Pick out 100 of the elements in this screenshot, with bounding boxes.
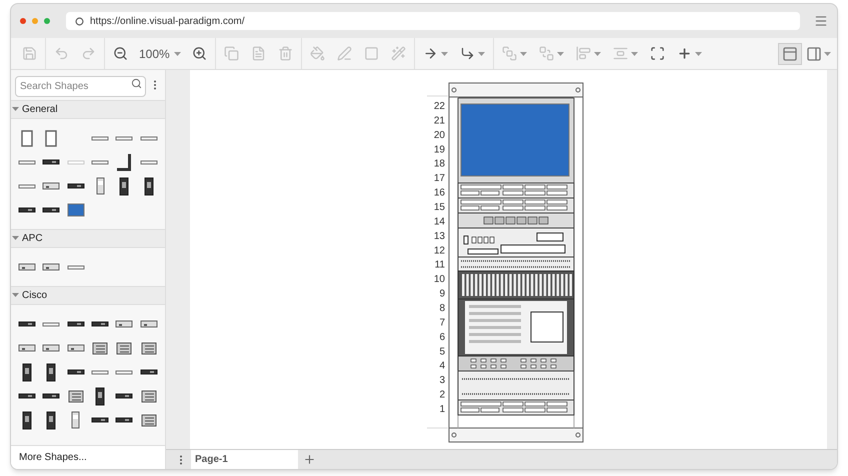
rack-shape-icon[interactable] <box>45 410 58 430</box>
send-to-back-icon <box>538 46 554 61</box>
search-icon <box>131 78 142 89</box>
caret-icon <box>520 52 527 56</box>
rack-shape-icon[interactable] <box>18 393 36 399</box>
document-icon <box>250 46 266 61</box>
rack-shape-icon[interactable] <box>115 417 134 423</box>
caret-icon <box>174 52 181 56</box>
caret-icon <box>440 52 448 56</box>
rack-unit-number: 17 <box>434 173 445 184</box>
rack-shape-icon[interactable] <box>42 159 60 165</box>
rack-unit-number: 22 <box>434 101 445 112</box>
zoom-in-icon <box>192 46 207 61</box>
rack-shape-icon[interactable] <box>66 321 85 327</box>
expand-caret-icon <box>12 293 19 298</box>
pen-icon <box>336 46 352 61</box>
bring-to-front-icon <box>502 46 517 61</box>
rack-shape-icon[interactable] <box>91 417 110 423</box>
menu-icon[interactable] <box>814 14 828 28</box>
rack-shape-icon[interactable] <box>68 390 84 402</box>
rack-unit-number: 12 <box>434 245 445 256</box>
rack-shape-icon[interactable] <box>21 410 34 430</box>
rack-unit-number: 20 <box>434 130 445 141</box>
rack-shape-icon[interactable] <box>115 320 134 328</box>
format-panel-button[interactable] <box>778 42 802 64</box>
rack-shape-icon[interactable] <box>21 362 34 382</box>
rack-shape-icon[interactable] <box>66 183 85 189</box>
rack-shape-icon[interactable] <box>18 207 36 213</box>
rack-shape-icon[interactable] <box>66 369 85 375</box>
rack-shape-icon[interactable] <box>140 342 157 354</box>
add-page-icon[interactable] <box>303 453 316 466</box>
search-field[interactable]: Search Shapes <box>15 76 146 97</box>
rack-unit-number: 13 <box>434 230 445 242</box>
rack-shape-icon[interactable] <box>140 390 157 402</box>
rack-shape-icon[interactable] <box>18 263 36 271</box>
undo-icon <box>54 46 69 61</box>
rack-shape-icon[interactable] <box>115 152 134 172</box>
rack-unit-number: 8 <box>439 303 445 314</box>
rack-shape-icon[interactable] <box>91 321 110 327</box>
rack-shape-icon[interactable] <box>140 414 157 426</box>
caret-icon <box>478 52 485 56</box>
panel-icon <box>782 46 798 62</box>
rack-shape-icon[interactable] <box>116 342 132 354</box>
square-icon <box>364 46 379 61</box>
diagram-canvas[interactable]: 22 21 20 19 18 17 16 15 14 13 12 11 10 9 8 7 6 5 4 3 2 1 <box>190 70 827 449</box>
caret-icon <box>824 52 831 56</box>
more-shapes-link[interactable]: More Shapes... <box>11 445 165 469</box>
address-bar[interactable]: https://online.visual-paradigm.com/ <box>66 12 800 30</box>
rack-unit-number: 1 <box>439 404 445 416</box>
redo-icon <box>81 46 96 61</box>
zoom-out-icon <box>113 46 128 61</box>
trash-icon <box>278 46 293 61</box>
rack-shape-icon[interactable] <box>92 342 108 354</box>
rack-shape-icon[interactable] <box>140 320 158 328</box>
zoom-level-dropdown[interactable]: 100% <box>135 42 185 64</box>
rack-unit-number: 9 <box>439 288 445 300</box>
rack-unit-number: 7 <box>439 317 445 328</box>
rack-shape-icon[interactable] <box>118 176 130 196</box>
rack-unit-number: 10 <box>434 274 445 286</box>
section-header[interactable]: Cisco <box>11 286 165 305</box>
rack-shape-icon[interactable] <box>142 176 155 196</box>
rack-shape-icon[interactable] <box>42 393 60 399</box>
rack-shape-icon[interactable] <box>18 344 36 352</box>
rack-unit-number: 5 <box>439 346 445 358</box>
caret-icon <box>556 52 564 56</box>
rack-unit-number: 14 <box>434 216 445 228</box>
distribute-icon <box>612 46 628 61</box>
fit-icon <box>650 46 665 61</box>
rack-shape-icon[interactable] <box>66 344 85 352</box>
rack-unit-number: 4 <box>439 360 445 372</box>
save-icon <box>22 46 37 61</box>
caret-icon <box>694 52 702 56</box>
rack-unit-number: 2 <box>439 390 445 401</box>
caret-icon <box>630 52 638 56</box>
rack-unit-number: 6 <box>439 332 445 343</box>
expand-caret-icon <box>12 107 19 112</box>
elbow-arrow-icon <box>460 46 475 61</box>
panel-icon <box>806 46 822 62</box>
copy-icon <box>224 46 239 61</box>
rack-shape-icon[interactable] <box>115 393 134 399</box>
section-header[interactable]: APC <box>11 229 165 248</box>
rack-shape-icon[interactable] <box>42 263 60 271</box>
rack-shape-icon[interactable] <box>42 344 60 352</box>
url-text: https://online.visual-paradigm.com/ <box>90 14 245 28</box>
rack-unit-number: 21 <box>434 115 445 126</box>
rack-unit-number: 16 <box>434 188 445 199</box>
rack-shape-icon[interactable] <box>42 182 60 190</box>
rack-shape-icon[interactable] <box>140 369 158 375</box>
page-tab[interactable]: Page-1 <box>191 450 298 469</box>
rack-unit-number: 11 <box>434 260 445 271</box>
rack-shape-icon[interactable] <box>45 362 58 382</box>
rack-shape-icon[interactable] <box>18 321 36 327</box>
plus-icon <box>676 46 692 61</box>
rack-shape-icon[interactable] <box>94 386 106 406</box>
section-header[interactable]: General <box>11 100 165 119</box>
align-icon <box>576 46 591 61</box>
rack-unit-number: 3 <box>439 375 445 386</box>
rack-shape-icon[interactable] <box>42 207 60 213</box>
paint-bucket-icon <box>310 46 325 61</box>
arrow-icon <box>422 46 438 61</box>
